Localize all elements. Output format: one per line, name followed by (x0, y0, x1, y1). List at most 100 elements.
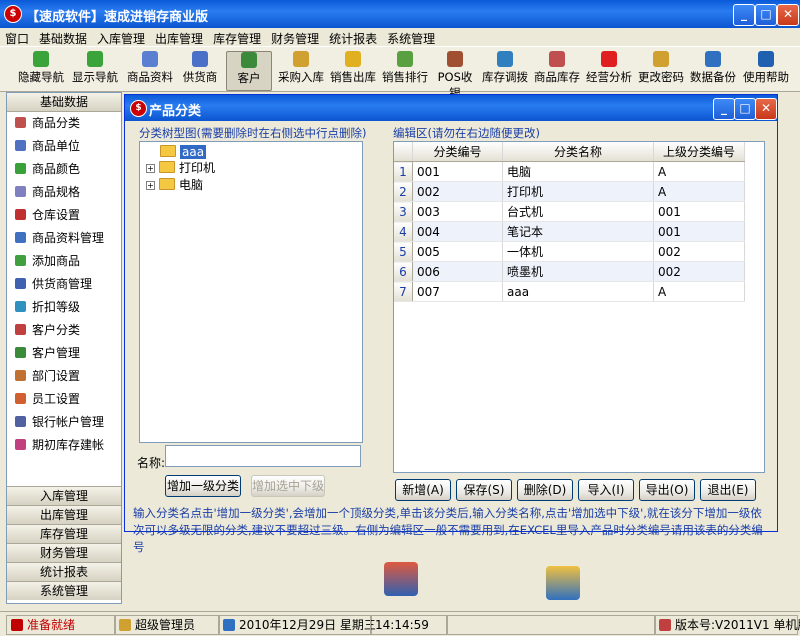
add-subcategory-button[interactable]: 增加选中下级 (251, 475, 325, 497)
table-cell[interactable]: 002 (653, 241, 745, 262)
import-button[interactable]: 导入(I) (578, 479, 634, 501)
tree-node-computer[interactable]: + 电脑 (146, 177, 203, 193)
sidebar-section-inbound[interactable]: 入库管理 (7, 486, 121, 505)
toolbar-supplier-button[interactable]: 供货商 (180, 51, 220, 89)
sidebar-item[interactable]: 折扣等级 (7, 296, 121, 319)
row-number-cell[interactable]: 5 (394, 241, 413, 262)
table-cell[interactable]: A (653, 161, 745, 182)
new-button[interactable]: 新增(A) (395, 479, 451, 501)
sidebar-section-system[interactable]: 系统管理 (7, 581, 121, 600)
toolbar-analysis-button[interactable]: 经营分析 (584, 51, 634, 89)
minimize-button[interactable]: _ (733, 4, 755, 26)
expand-icon[interactable]: + (146, 164, 155, 173)
table-cell[interactable]: 005 (412, 241, 503, 262)
category-name-input[interactable] (165, 445, 361, 467)
sidebar-item[interactable]: 商品资料管理 (7, 227, 121, 250)
dialog-close-button[interactable]: ✕ (755, 98, 777, 120)
toolbar-customer-button[interactable]: 客户 (226, 51, 272, 91)
table-cell[interactable]: 笔记本 (502, 221, 654, 242)
truck-icon[interactable] (546, 566, 580, 600)
menu-inventory[interactable]: 库存管理 (208, 28, 266, 47)
sidebar-item[interactable]: 供货商管理 (7, 273, 121, 296)
toolbar-purchase-button[interactable]: 采购入库 (276, 51, 326, 89)
add-top-category-button[interactable]: 增加一级分类 (165, 475, 241, 497)
row-number-cell[interactable]: 6 (394, 261, 413, 282)
toolbar-sales-button[interactable]: 销售出库 (328, 51, 378, 89)
table-cell[interactable]: A (653, 181, 745, 202)
expand-icon[interactable]: + (146, 181, 155, 190)
sidebar-item[interactable]: 商品颜色 (7, 158, 121, 181)
sidebar-item[interactable]: 商品分类 (7, 112, 121, 135)
table-cell[interactable]: 006 (412, 261, 503, 282)
menu-basic-data[interactable]: 基础数据 (34, 28, 92, 47)
row-number-cell[interactable]: 2 (394, 181, 413, 202)
sidebar-item[interactable]: 仓库设置 (7, 204, 121, 227)
toolbar-pos-button[interactable]: POS收银 (432, 51, 478, 100)
table-cell[interactable]: 003 (412, 201, 503, 222)
sidebar-item[interactable]: 员工设置 (7, 388, 121, 411)
tree-node-printer[interactable]: + 打印机 (146, 160, 215, 176)
table-row[interactable]: 3 003 台式机 001 (394, 201, 745, 222)
toolbar-goods-button[interactable]: 商品资料 (126, 51, 174, 89)
sidebar-section-outbound[interactable]: 出库管理 (7, 505, 121, 524)
tree-node-aaa[interactable]: aaa (160, 144, 207, 160)
sidebar-item[interactable]: 商品规格 (7, 181, 121, 204)
delivery-truck-icon[interactable] (384, 562, 418, 596)
table-row[interactable]: 2 002 打印机 A (394, 181, 745, 202)
sidebar-section-finance[interactable]: 财务管理 (7, 543, 121, 562)
close-button[interactable]: ✕ (777, 4, 799, 26)
toolbar-backup-button[interactable]: 数据备份 (688, 51, 738, 89)
delete-button[interactable]: 删除(D) (517, 479, 573, 501)
toolbar-ranking-button[interactable]: 销售排行 (380, 51, 430, 89)
menu-inbound[interactable]: 入库管理 (92, 28, 150, 47)
exit-button[interactable]: 退出(E) (700, 479, 756, 501)
export-button[interactable]: 导出(O) (639, 479, 695, 501)
menu-reports[interactable]: 统计报表 (324, 28, 382, 47)
menu-system[interactable]: 系统管理 (382, 28, 440, 47)
toolbar-help-button[interactable]: 使用帮助 (740, 51, 792, 89)
table-cell[interactable]: 002 (653, 261, 745, 282)
row-number-cell[interactable]: 1 (394, 161, 413, 182)
sidebar-section-reports[interactable]: 统计报表 (7, 562, 121, 581)
sidebar-item[interactable]: 部门设置 (7, 365, 121, 388)
sidebar-item[interactable]: 客户管理 (7, 342, 121, 365)
table-row[interactable]: 1 001 电脑 A (394, 161, 745, 182)
sidebar-section-inventory[interactable]: 库存管理 (7, 524, 121, 543)
menu-finance[interactable]: 财务管理 (266, 28, 324, 47)
row-number-cell[interactable]: 3 (394, 201, 413, 222)
row-number-cell[interactable]: 4 (394, 221, 413, 242)
header-parent-code[interactable]: 上级分类编号 (653, 142, 745, 162)
header-category-name[interactable]: 分类名称 (502, 142, 654, 162)
header-category-code[interactable]: 分类编号 (412, 142, 503, 162)
toolbar-hide-nav-button[interactable]: 隐藏导航 (16, 51, 66, 89)
table-cell[interactable]: 007 (412, 281, 503, 302)
table-row[interactable]: 5 005 一体机 002 (394, 241, 745, 262)
table-cell[interactable]: 001 (412, 161, 503, 182)
sidebar-item[interactable]: 银行帐户管理 (7, 411, 121, 434)
table-cell[interactable]: aaa (502, 281, 654, 302)
save-button[interactable]: 保存(S) (456, 479, 512, 501)
table-cell[interactable]: 打印机 (502, 181, 654, 202)
toolbar-show-nav-button[interactable]: 显示导航 (70, 51, 120, 89)
table-cell[interactable]: 台式机 (502, 201, 654, 222)
table-cell[interactable]: 喷墨机 (502, 261, 654, 282)
table-row[interactable]: 6 006 喷墨机 002 (394, 261, 745, 282)
dialog-maximize-button[interactable]: □ (734, 98, 756, 120)
table-cell[interactable]: A (653, 281, 745, 302)
table-row[interactable]: 4 004 笔记本 001 (394, 221, 745, 242)
toolbar-transfer-button[interactable]: 库存调拨 (480, 51, 530, 89)
dialog-minimize-button[interactable]: _ (713, 98, 735, 120)
table-cell[interactable]: 004 (412, 221, 503, 242)
sidebar-item[interactable]: 客户分类 (7, 319, 121, 342)
menu-window[interactable]: 窗口 (0, 28, 34, 47)
table-cell[interactable]: 一体机 (502, 241, 654, 262)
row-number-cell[interactable]: 7 (394, 281, 413, 302)
table-cell[interactable]: 电脑 (502, 161, 654, 182)
table-cell[interactable]: 001 (653, 221, 745, 242)
sidebar-header[interactable]: 基础数据 (7, 93, 121, 112)
sidebar-item[interactable]: 商品单位 (7, 135, 121, 158)
maximize-button[interactable]: □ (755, 4, 777, 26)
category-tree[interactable]: aaa + 打印机 + 电脑 (139, 141, 363, 443)
toolbar-password-button[interactable]: 更改密码 (636, 51, 686, 89)
table-row[interactable]: 7 007 aaa A (394, 281, 745, 302)
